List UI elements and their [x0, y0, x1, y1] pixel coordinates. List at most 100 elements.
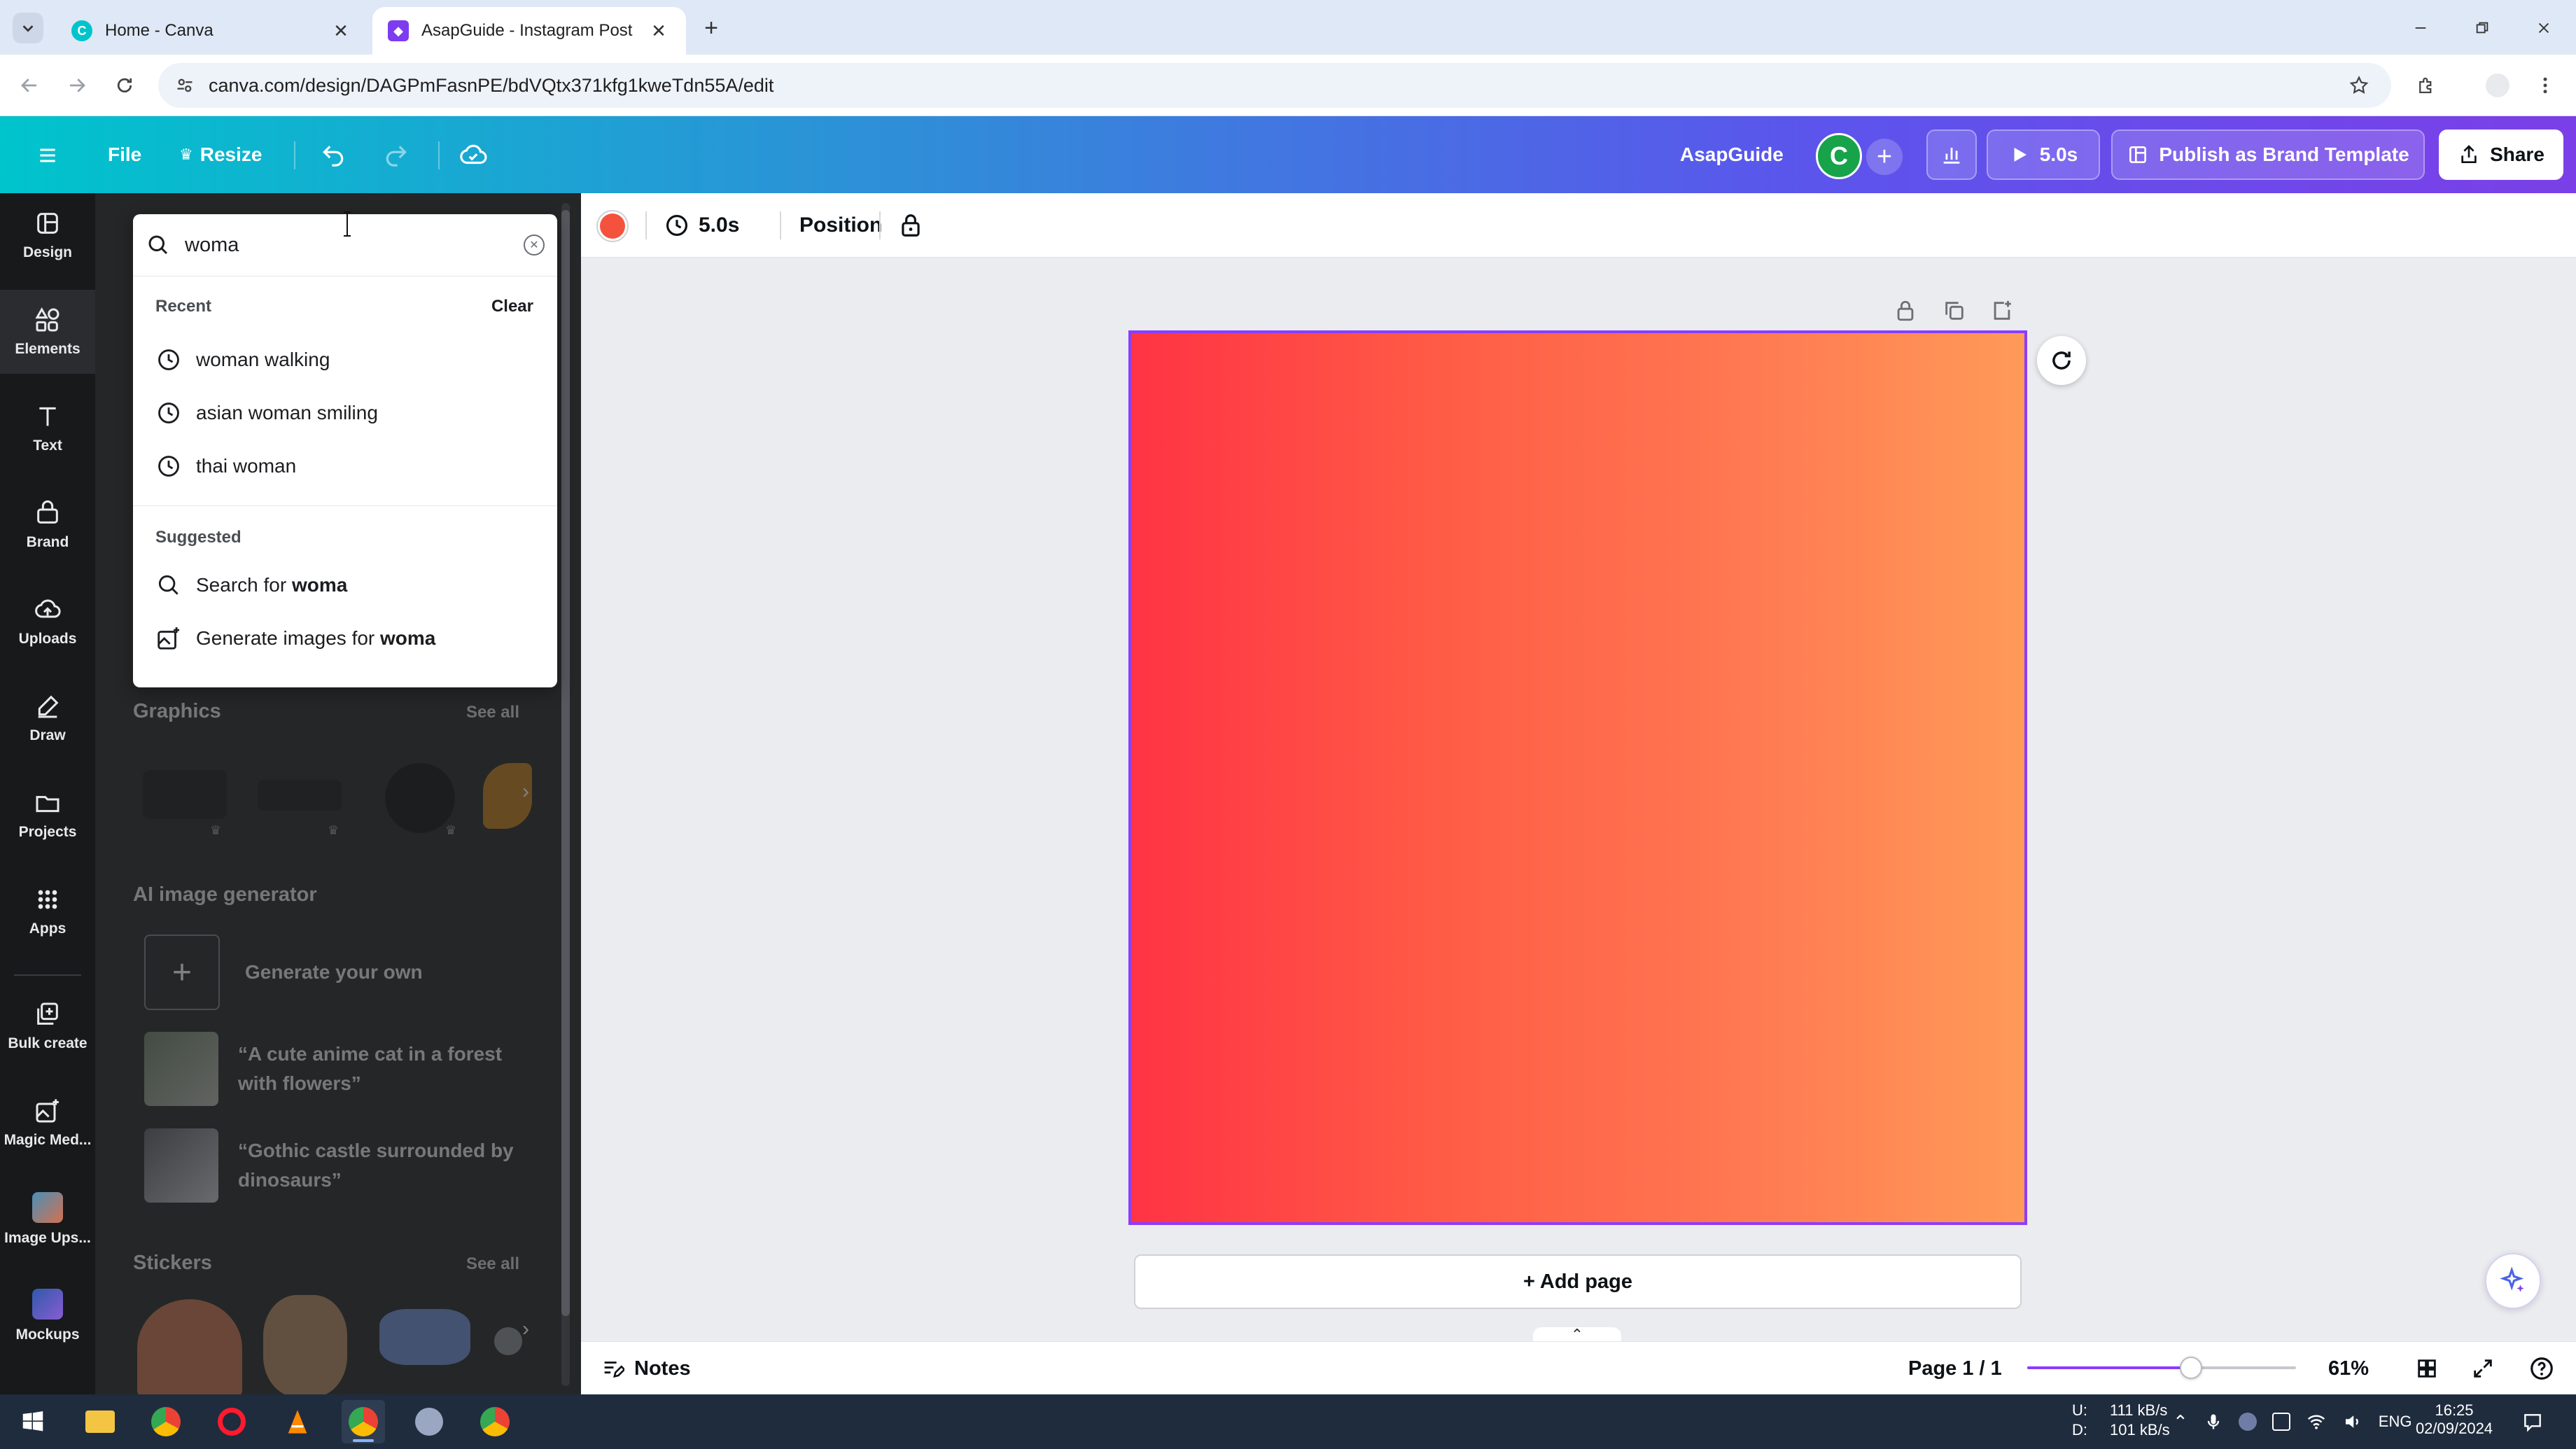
rail-item-uploads[interactable]: Uploads — [0, 580, 95, 664]
taskbar-chrome-active[interactable] — [342, 1400, 385, 1443]
microphone-icon[interactable] — [2204, 1412, 2223, 1432]
invite-button[interactable]: + — [1866, 139, 1903, 175]
color-swatch-button[interactable] — [596, 210, 629, 242]
sticker-thumb[interactable] — [137, 1299, 242, 1394]
suggestion-search-for[interactable]: Search for woma — [133, 559, 557, 612]
publish-brand-template-button[interactable]: Publish as Brand Template — [2111, 130, 2425, 180]
share-button[interactable]: Share — [2439, 130, 2563, 180]
chevron-right-icon[interactable]: › — [522, 1317, 529, 1341]
browser-tab-asapguide[interactable]: ◆ AsapGuide - Instagram Post ✕ — [372, 7, 686, 55]
restore-window-button[interactable] — [2464, 10, 2500, 46]
sticker-thumb[interactable] — [263, 1295, 347, 1394]
grid-view-button[interactable] — [2415, 1342, 2439, 1395]
rail-item-draw[interactable]: Draw — [0, 676, 95, 760]
app-tray-icon[interactable] — [2238, 1413, 2257, 1431]
suggestion-generate-images[interactable]: Generate images for woma — [133, 612, 557, 665]
bookmark-button[interactable] — [2344, 70, 2374, 101]
graphic-thumb[interactable] — [143, 770, 227, 819]
back-button[interactable] — [14, 70, 45, 101]
help-button[interactable] — [2528, 1342, 2555, 1395]
taskbar-file-explorer[interactable] — [78, 1400, 122, 1443]
team-name[interactable]: AsapGuide — [1680, 116, 1784, 193]
language-indicator[interactable]: ENG — [2379, 1413, 2412, 1431]
zoom-slider-handle[interactable] — [2180, 1357, 2203, 1379]
rail-item-mockups[interactable]: Mockups — [0, 1274, 95, 1358]
reload-button[interactable] — [109, 70, 140, 101]
rail-item-image-upscaler[interactable]: Image Ups... — [0, 1177, 95, 1261]
panel-scrollbar-thumb[interactable] — [561, 210, 570, 1316]
extensions-button[interactable] — [2411, 70, 2442, 101]
wifi-icon[interactable] — [2306, 1411, 2327, 1432]
generate-your-own-item[interactable]: + Generate your own — [144, 934, 550, 1011]
clock[interactable]: 16:25 02/09/2024 — [2412, 1401, 2496, 1438]
main-menu-button[interactable] — [29, 137, 66, 174]
browser-tab-home[interactable]: C Home - Canva ✕ — [56, 7, 368, 55]
tab-search-button[interactable] — [13, 13, 43, 43]
taskbar-chrome-profile[interactable] — [473, 1400, 517, 1443]
graphics-carousel[interactable]: ♛ ♛ ♛ › — [137, 756, 557, 847]
duplicate-page-button[interactable] — [1939, 295, 1970, 326]
rail-item-design[interactable]: Design — [0, 193, 95, 277]
rail-item-brand[interactable]: Brand — [0, 483, 95, 567]
taskbar-opera[interactable] — [210, 1400, 253, 1443]
site-settings-icon[interactable] — [175, 76, 195, 95]
browser-menu-button[interactable] — [2530, 70, 2561, 101]
rail-item-apps[interactable]: Apps — [0, 869, 95, 953]
sticker-thumb[interactable] — [379, 1309, 470, 1365]
forward-button[interactable] — [62, 70, 92, 101]
rail-item-magic-media[interactable]: Magic Med... — [0, 1081, 95, 1165]
insights-button[interactable] — [1926, 130, 1977, 180]
url-field[interactable]: canva.com/design/DAGPmFasnPE/bdVQtx371kf… — [158, 63, 2391, 108]
close-tab-icon[interactable]: ✕ — [329, 19, 353, 43]
graphic-thumb[interactable] — [258, 780, 342, 811]
rotate-button[interactable] — [2037, 336, 2086, 385]
lock-page-button[interactable] — [1890, 295, 1921, 326]
add-page-button[interactable]: + Add page — [1134, 1254, 2022, 1309]
redo-button[interactable] — [378, 137, 414, 174]
design-page-canvas[interactable] — [1128, 330, 2027, 1225]
resize-button[interactable]: ♛ Resize — [179, 116, 262, 193]
rail-item-projects[interactable]: Projects — [0, 773, 95, 857]
stickers-see-all-link[interactable]: See all — [466, 1254, 519, 1274]
notifications-button[interactable] — [2517, 1407, 2548, 1438]
recent-search-item[interactable]: thai woman — [133, 440, 557, 493]
show-pages-button[interactable]: ⌃ — [1533, 1326, 1621, 1343]
clear-recent-button[interactable]: Clear — [491, 297, 533, 316]
clear-search-icon[interactable]: ✕ — [524, 234, 545, 255]
ai-prompt-item[interactable]: “Gothic castle surrounded by dinosaurs” — [144, 1127, 550, 1204]
undo-button[interactable] — [315, 137, 351, 174]
play-button[interactable]: 5.0s — [1987, 130, 2100, 180]
start-button[interactable] — [11, 1400, 55, 1443]
user-avatar[interactable]: C — [1816, 133, 1862, 179]
taskbar-chrome[interactable] — [144, 1400, 188, 1443]
lock-button[interactable] — [897, 193, 924, 258]
file-menu-button[interactable]: File — [108, 116, 141, 193]
position-button[interactable]: Position — [780, 193, 902, 258]
new-tab-button[interactable]: + — [697, 14, 725, 42]
minimize-window-button[interactable] — [2402, 10, 2439, 46]
close-window-button[interactable] — [2526, 10, 2562, 46]
chevron-up-icon[interactable]: ⌃ — [2173, 1411, 2188, 1433]
stickers-carousel[interactable]: › — [133, 1292, 553, 1394]
page-indicator[interactable]: Page 1 / 1 — [1908, 1342, 2002, 1395]
graphic-thumb[interactable] — [385, 763, 455, 833]
sticker-thumb[interactable] — [494, 1327, 522, 1355]
taskbar-vlc[interactable] — [276, 1400, 319, 1443]
taskbar-app[interactable] — [407, 1400, 451, 1443]
chevron-right-icon[interactable]: › — [522, 780, 529, 804]
timing-button[interactable]: 5.0s — [664, 193, 739, 258]
fullscreen-button[interactable] — [2471, 1342, 2495, 1395]
rail-item-text[interactable]: Text — [0, 386, 95, 470]
add-page-icon-button[interactable] — [1987, 295, 2017, 326]
ai-prompt-item[interactable]: “A cute anime cat in a forest with flowe… — [144, 1030, 550, 1107]
app-tray-icon[interactable] — [2272, 1413, 2290, 1431]
canva-assistant-button[interactable] — [2485, 1253, 2541, 1309]
recent-search-item[interactable]: woman walking — [133, 333, 557, 386]
close-tab-icon[interactable]: ✕ — [647, 19, 671, 43]
graphics-see-all-link[interactable]: See all — [466, 703, 519, 722]
recent-search-item[interactable]: asian woman smiling — [133, 386, 557, 440]
notes-button[interactable]: Notes — [601, 1342, 691, 1395]
rail-item-bulk-create[interactable]: Bulk create — [0, 984, 95, 1068]
save-status-button[interactable] — [455, 137, 491, 174]
volume-icon[interactable] — [2342, 1411, 2363, 1432]
